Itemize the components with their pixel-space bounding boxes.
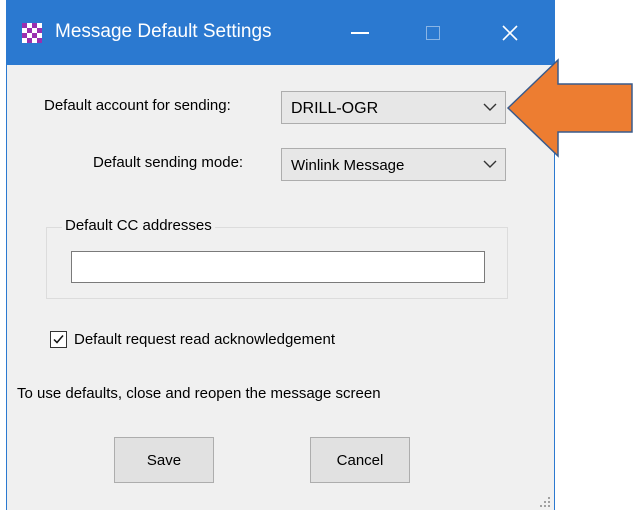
- read-ack-label[interactable]: Default request read acknowledgement: [74, 331, 335, 348]
- chevron-down-icon: [483, 103, 497, 111]
- resize-grip-icon[interactable]: [538, 495, 552, 509]
- cancel-button[interactable]: Cancel: [310, 437, 410, 483]
- annotation-arrow-icon: [506, 58, 633, 158]
- minimize-button[interactable]: [337, 11, 383, 55]
- cc-address-input[interactable]: [71, 251, 485, 283]
- account-combo-value: DRILL-OGR: [291, 100, 379, 117]
- close-button[interactable]: [487, 11, 533, 55]
- checkmark-icon: [53, 335, 64, 344]
- checkered-app-icon: [22, 23, 42, 43]
- title-bar[interactable]: Message Default Settings: [7, 1, 554, 65]
- mode-combo[interactable]: Winlink Message: [281, 148, 506, 181]
- info-text: To use defaults, close and reopen the me…: [17, 385, 381, 402]
- save-button[interactable]: Save: [114, 437, 214, 483]
- cc-group-label: Default CC addresses: [62, 217, 215, 234]
- minimize-icon: [351, 32, 369, 34]
- mode-label: Default sending mode:: [93, 154, 244, 171]
- account-label: Default account for sending:: [44, 97, 231, 114]
- message-default-settings-window: Message Default Settings Default account…: [6, 0, 555, 510]
- window-title: Message Default Settings: [55, 21, 272, 42]
- chevron-down-icon: [483, 160, 497, 168]
- account-combo[interactable]: DRILL-OGR: [281, 91, 506, 124]
- maximize-button: [410, 11, 456, 55]
- maximize-icon: [426, 26, 440, 40]
- close-icon: [502, 25, 518, 41]
- read-ack-checkbox[interactable]: [50, 331, 67, 348]
- mode-combo-value: Winlink Message: [291, 157, 405, 174]
